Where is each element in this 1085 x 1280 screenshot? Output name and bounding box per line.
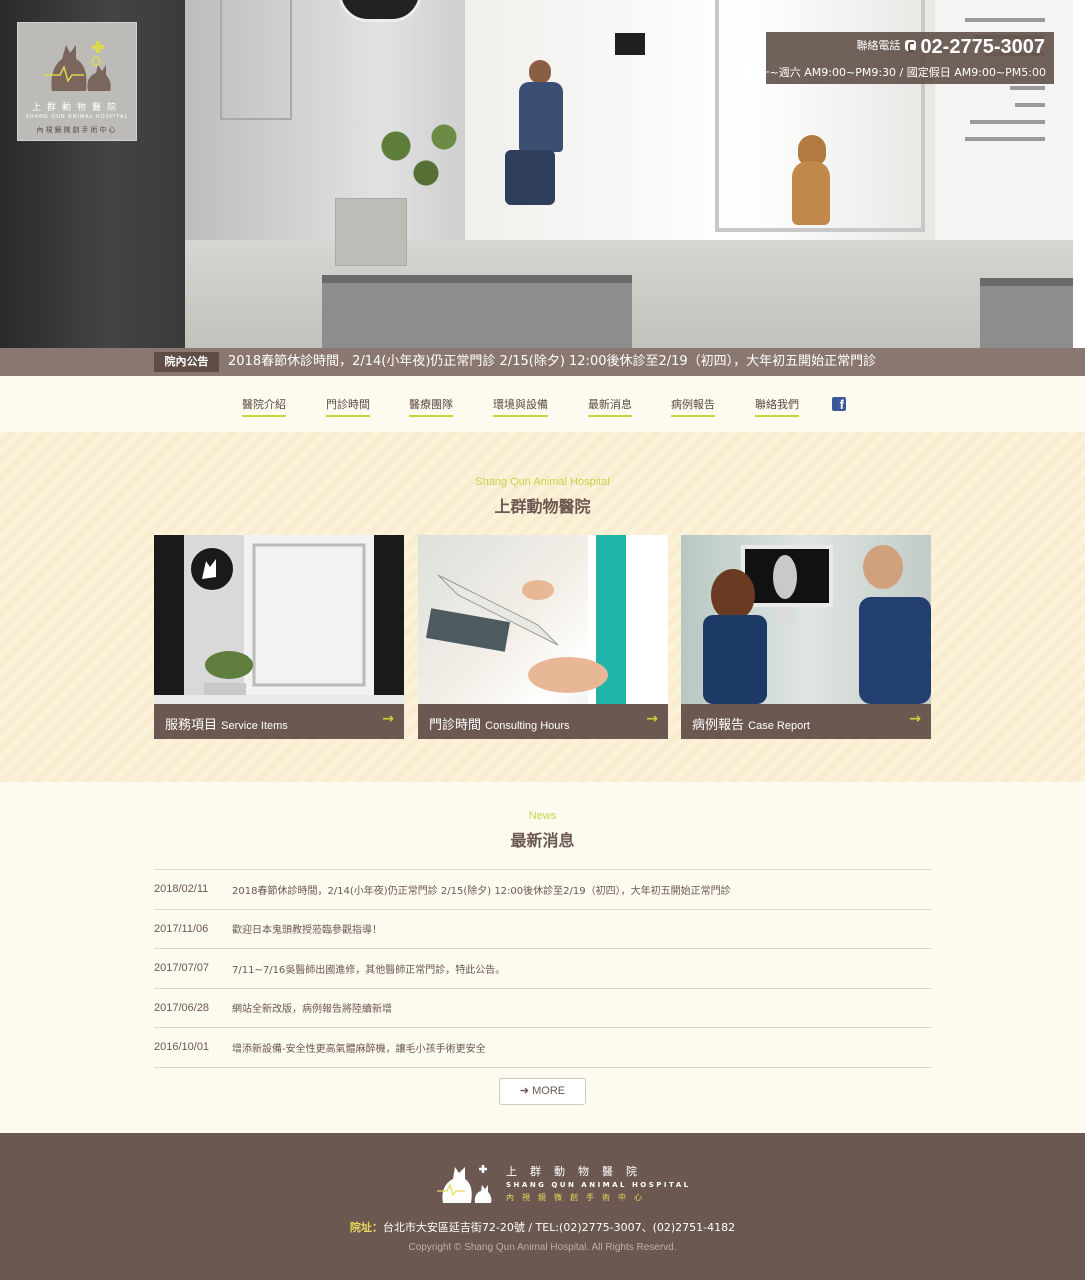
news-title: 最新消息 <box>510 831 575 850</box>
nav-item-about[interactable]: 醫院介紹 <box>242 396 286 417</box>
announcement-tag: 院內公告 <box>154 352 219 372</box>
footer-copyright: Copyright © Shang Qun Animal Hospital. A… <box>408 1242 677 1253</box>
card-service-items[interactable]: 服務項目 Service Items → <box>154 535 404 739</box>
news-date: 2016/10/01 <box>154 1041 210 1054</box>
news-title-text[interactable]: 網站全新改版，病例報告將陸續新增 <box>232 1000 931 1015</box>
footer-address-label: 院址： <box>349 1221 383 1234</box>
nav-item-hours[interactable]: 門診時間 <box>326 396 370 417</box>
footer-address-text: 台北市大安區延吉街72-20號 / TEL:(02)2775-3007、(02)… <box>382 1221 736 1234</box>
card-image-xray-review <box>681 535 931 704</box>
hero-plant-leaves <box>360 110 480 200</box>
hero-floor <box>185 240 1085 348</box>
hero-planter <box>335 198 407 266</box>
about-subtitle-en: Shang Qun Animal Hospital <box>475 476 610 488</box>
hero-veterinarian <box>505 60 565 210</box>
footer: 上群動物醫院 SHANG QUN ANIMAL HOSPITAL 內視鏡微創手術… <box>0 1133 1085 1280</box>
card-title-en: Case Report <box>748 720 810 732</box>
card-title-en: Service Items <box>221 720 288 732</box>
news-date: 2017/06/28 <box>154 1001 210 1014</box>
news-item[interactable]: 2017/11/06 歡迎日本鬼頭教授蒞臨參觀指導！ <box>154 910 931 949</box>
about-title: 上群動物醫院 <box>494 497 591 516</box>
news-item[interactable]: 2017/07/07 7/11~7/16吳醫師出國進修，其他醫師正常門診，特此公… <box>154 949 931 989</box>
news-subtitle-en: News <box>528 810 557 822</box>
more-button[interactable]: ➜ MORE <box>499 1078 586 1105</box>
arrow-right-icon: → <box>909 711 921 727</box>
card-image-clinic <box>154 535 404 704</box>
footer-logo-icon <box>437 1165 492 1203</box>
footer-address: 院址：台北市大安區延吉街72-20號 / TEL:(02)2775-3007、(… <box>0 1219 1085 1235</box>
nav-item-contact[interactable]: 聯絡我們 <box>755 396 799 417</box>
hero-bench-right <box>980 278 1075 348</box>
news-title-text[interactable]: 2018春節休診時間，2/14(小年夜)仍正常門診 2/15(除夕) 12:00… <box>232 882 931 897</box>
contact-box: 聯絡電話 02-2775-3007 週一~週六 AM9:00~PM9:30 / 國… <box>748 32 1054 84</box>
news-list: 2018/02/11 2018春節休診時間，2/14(小年夜)仍正常門診 2/1… <box>154 869 931 1068</box>
hero-dog <box>790 135 832 225</box>
news-date: 2017/11/06 <box>154 922 209 935</box>
contact-hours: 週一~週六 AM9:00~PM9:30 / 國定假日 AM9:00~PM5:00 <box>747 66 1046 79</box>
site-logo[interactable]: 上群動物醫院 SHANG QUN ANIMAL HOSPITAL 內視鏡微創手術… <box>17 22 137 141</box>
main-nav: 醫院介紹 門診時間 醫療團隊 環境與設備 最新消息 病例報告 聯絡我們 f <box>0 376 1085 432</box>
dog-cat-logo-icon <box>44 41 111 91</box>
footer-name-en: SHANG QUN ANIMAL HOSPITAL <box>506 1181 691 1189</box>
news-title-text[interactable]: 歡迎日本鬼頭教授蒞臨參觀指導！ <box>232 921 931 936</box>
card-title-zh: 病例報告 <box>692 718 745 733</box>
news-date: 2018/02/11 <box>154 883 209 896</box>
news-item[interactable]: 2016/10/01 增添新設備-安全性更高氣體麻醉機，讓毛小孩手術更安全 <box>154 1028 931 1068</box>
card-title-zh: 門診時間 <box>429 718 482 733</box>
card-title-zh: 服務項目 <box>165 718 218 733</box>
footer-name-zh: 上群動物醫院 <box>506 1165 650 1178</box>
card-case-report[interactable]: 病例報告 Case Report → <box>681 535 931 739</box>
news-item[interactable]: 2017/06/28 網站全新改版，病例報告將陸續新增 <box>154 989 931 1028</box>
card-consulting-hours[interactable]: 門診時間 Consulting Hours → <box>418 535 668 739</box>
announcement-text[interactable]: 2018春節休診時間，2/14(小年夜)仍正常門診 2/15(除夕) 12:00… <box>228 348 876 376</box>
news-item[interactable]: 2018/02/11 2018春節休診時間，2/14(小年夜)仍正常門診 2/1… <box>154 870 931 910</box>
nav-item-news[interactable]: 最新消息 <box>588 396 632 417</box>
logo-name-en: SHANG QUN ANIMAL HOSPITAL <box>25 114 129 120</box>
news-date: 2017/07/07 <box>154 962 210 975</box>
card-image-doctor-clipboard <box>418 535 668 704</box>
hero-monitor <box>615 33 645 55</box>
arrow-right-icon: → <box>646 711 658 727</box>
nav-item-team[interactable]: 醫療團隊 <box>409 396 453 417</box>
card-title-en: Consulting Hours <box>485 720 570 732</box>
nav-item-cases[interactable]: 病例報告 <box>671 396 715 417</box>
logo-tagline: 內視鏡微創手術中心 <box>36 126 118 134</box>
hero-edge <box>1073 0 1085 348</box>
contact-phone[interactable]: 02-2775-3007 <box>920 36 1045 58</box>
facebook-icon[interactable]: f <box>832 397 846 412</box>
nav-item-facilities[interactable]: 環境與設備 <box>493 396 548 417</box>
news-title-text[interactable]: 7/11~7/16吳醫師出國進修，其他醫師正常門診，特此公告。 <box>232 961 931 976</box>
arrow-right-icon: → <box>382 711 394 727</box>
announcement-bar: 院內公告 2018春節休診時間，2/14(小年夜)仍正常門診 2/15(除夕) … <box>0 348 1085 376</box>
news-title-text[interactable]: 增添新設備-安全性更高氣體麻醉機，讓毛小孩手術更安全 <box>232 1040 931 1055</box>
contact-label: 聯絡電話 <box>856 39 901 52</box>
logo-name-zh: 上群動物醫院 <box>31 103 122 113</box>
hero-bench <box>322 275 632 348</box>
footer-tagline: 內視鏡微創手術中心 <box>506 1193 650 1202</box>
phone-icon <box>905 40 917 52</box>
